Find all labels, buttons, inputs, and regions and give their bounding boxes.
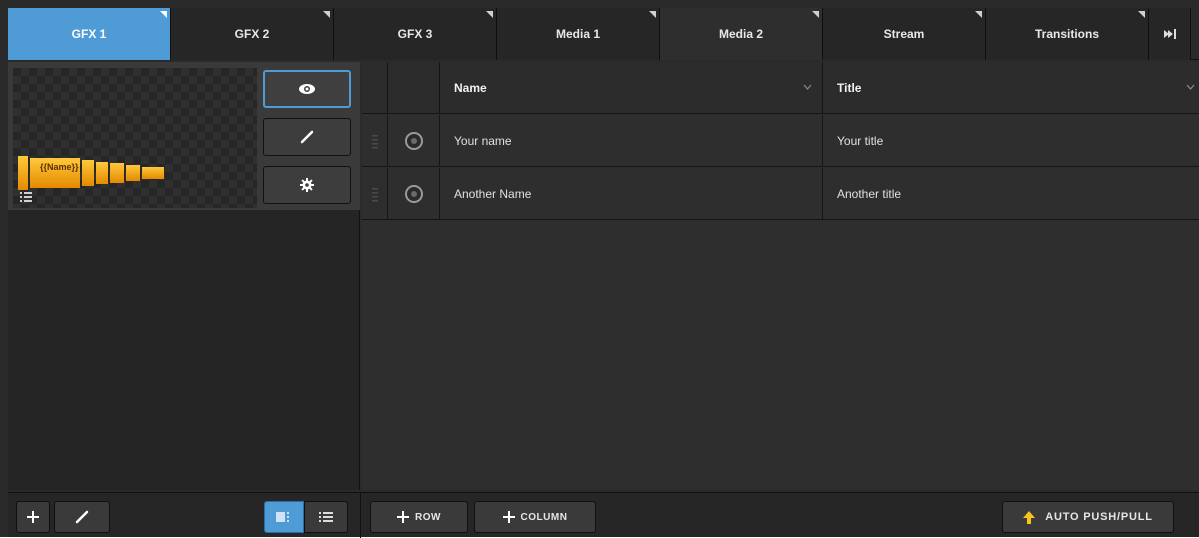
cell-title[interactable]: Your title xyxy=(823,115,1199,167)
graphics-list-panel: {{Name}} xyxy=(8,62,360,490)
pencil-icon xyxy=(75,510,89,524)
table-row[interactable]: Another Name Another title xyxy=(362,168,1199,220)
row-select-cell[interactable] xyxy=(388,168,440,220)
tab-corner-indicator xyxy=(323,11,330,18)
tab-corner-indicator xyxy=(649,11,656,18)
collapse-tabs-button[interactable] xyxy=(1149,8,1191,60)
tab-corner-indicator xyxy=(160,11,167,18)
row-drag-handle[interactable] xyxy=(362,168,388,220)
add-column-label: COLUMN xyxy=(520,511,568,523)
chevron-down-icon[interactable] xyxy=(1186,84,1195,90)
eye-icon xyxy=(299,84,315,94)
pencil-icon xyxy=(300,130,314,144)
add-row-button[interactable]: ROW xyxy=(370,501,468,533)
tab-label: Transitions xyxy=(1034,27,1099,41)
row-radio-button[interactable] xyxy=(404,185,423,203)
list-view-toggle[interactable] xyxy=(304,501,348,533)
row-drag-handle[interactable] xyxy=(362,115,388,167)
column-header-title[interactable]: Title xyxy=(823,62,1199,114)
grid-header-row: Name Title xyxy=(362,62,1199,114)
row-radio-button[interactable] xyxy=(404,132,423,150)
add-row-label: ROW xyxy=(415,511,441,523)
tab-media-1[interactable]: Media 1 xyxy=(497,8,660,60)
column-header-label: Title xyxy=(837,81,862,95)
auto-push-pull-label: AUTO PUSH/PULL xyxy=(1045,511,1153,523)
header-handle-cell xyxy=(362,62,388,114)
cell-name[interactable]: Your name xyxy=(440,115,823,167)
graphic-settings-button[interactable] xyxy=(263,166,351,204)
tab-label: Stream xyxy=(883,27,925,41)
tab-gfx-3[interactable]: GFX 3 xyxy=(334,8,497,60)
gear-icon xyxy=(300,178,314,192)
preview-button[interactable] xyxy=(263,70,351,108)
table-row[interactable]: Your name Your title xyxy=(362,115,1199,167)
bottom-toolbar: ROW COLUMN AUTO PUSH/PULL xyxy=(8,492,1199,538)
tab-bar: GFX 1 GFX 2 GFX 3 Media 1 Media 2 Stream… xyxy=(8,8,1199,60)
tab-stream[interactable]: Stream xyxy=(823,8,986,60)
auto-push-pull-button[interactable]: AUTO PUSH/PULL xyxy=(1002,501,1174,533)
lower-third-preview: {{Name}} xyxy=(18,156,164,190)
tab-label: Media 2 xyxy=(718,27,763,41)
drag-handle-icon xyxy=(371,188,378,202)
arrow-up-icon xyxy=(1023,510,1036,524)
column-header-name[interactable]: Name xyxy=(440,62,823,114)
graphic-thumbnail[interactable]: {{Name}} xyxy=(13,68,257,208)
drag-handle-icon xyxy=(371,135,378,149)
tab-corner-indicator xyxy=(812,11,819,18)
tab-corner-indicator xyxy=(975,11,982,18)
graphic-item[interactable]: {{Name}} xyxy=(8,62,360,210)
cell-title[interactable]: Another title xyxy=(823,168,1199,220)
tab-transitions[interactable]: Transitions xyxy=(986,8,1149,60)
tab-gfx-1[interactable]: GFX 1 xyxy=(8,8,171,60)
skip-to-end-icon xyxy=(1163,29,1176,39)
tab-corner-indicator xyxy=(486,11,493,18)
toolbar-divider xyxy=(360,493,361,538)
app-window: GFX 1 GFX 2 GFX 3 Media 1 Media 2 Stream… xyxy=(0,0,1199,538)
tab-corner-indicator xyxy=(1138,11,1145,18)
add-column-button[interactable]: COLUMN xyxy=(474,501,596,533)
cell-name[interactable]: Another Name xyxy=(440,168,823,220)
edit-button[interactable] xyxy=(54,501,110,533)
tab-label: GFX 3 xyxy=(397,27,433,41)
row-select-cell[interactable] xyxy=(388,115,440,167)
header-select-cell xyxy=(388,62,440,114)
grid-view-toggle[interactable] xyxy=(264,501,304,533)
list-icon xyxy=(20,192,32,202)
column-header-label: Name xyxy=(454,81,487,95)
tab-media-2[interactable]: Media 2 xyxy=(660,8,823,60)
data-grid: Name Title Your name Your title Another … xyxy=(362,62,1199,490)
tab-label: GFX 2 xyxy=(234,27,270,41)
tab-gfx-2[interactable]: GFX 2 xyxy=(171,8,334,60)
lower-third-text: {{Name}} xyxy=(40,162,79,172)
plus-icon xyxy=(27,511,39,523)
tab-label: Media 1 xyxy=(555,27,600,41)
add-graphic-button[interactable] xyxy=(16,501,50,533)
list-icon xyxy=(319,512,333,522)
chevron-down-icon[interactable] xyxy=(803,84,812,90)
plus-icon xyxy=(397,511,410,523)
tab-label: GFX 1 xyxy=(71,27,107,41)
plus-icon xyxy=(502,511,515,523)
thumbnail-view-icon xyxy=(276,512,289,522)
edit-graphic-button[interactable] xyxy=(263,118,351,156)
